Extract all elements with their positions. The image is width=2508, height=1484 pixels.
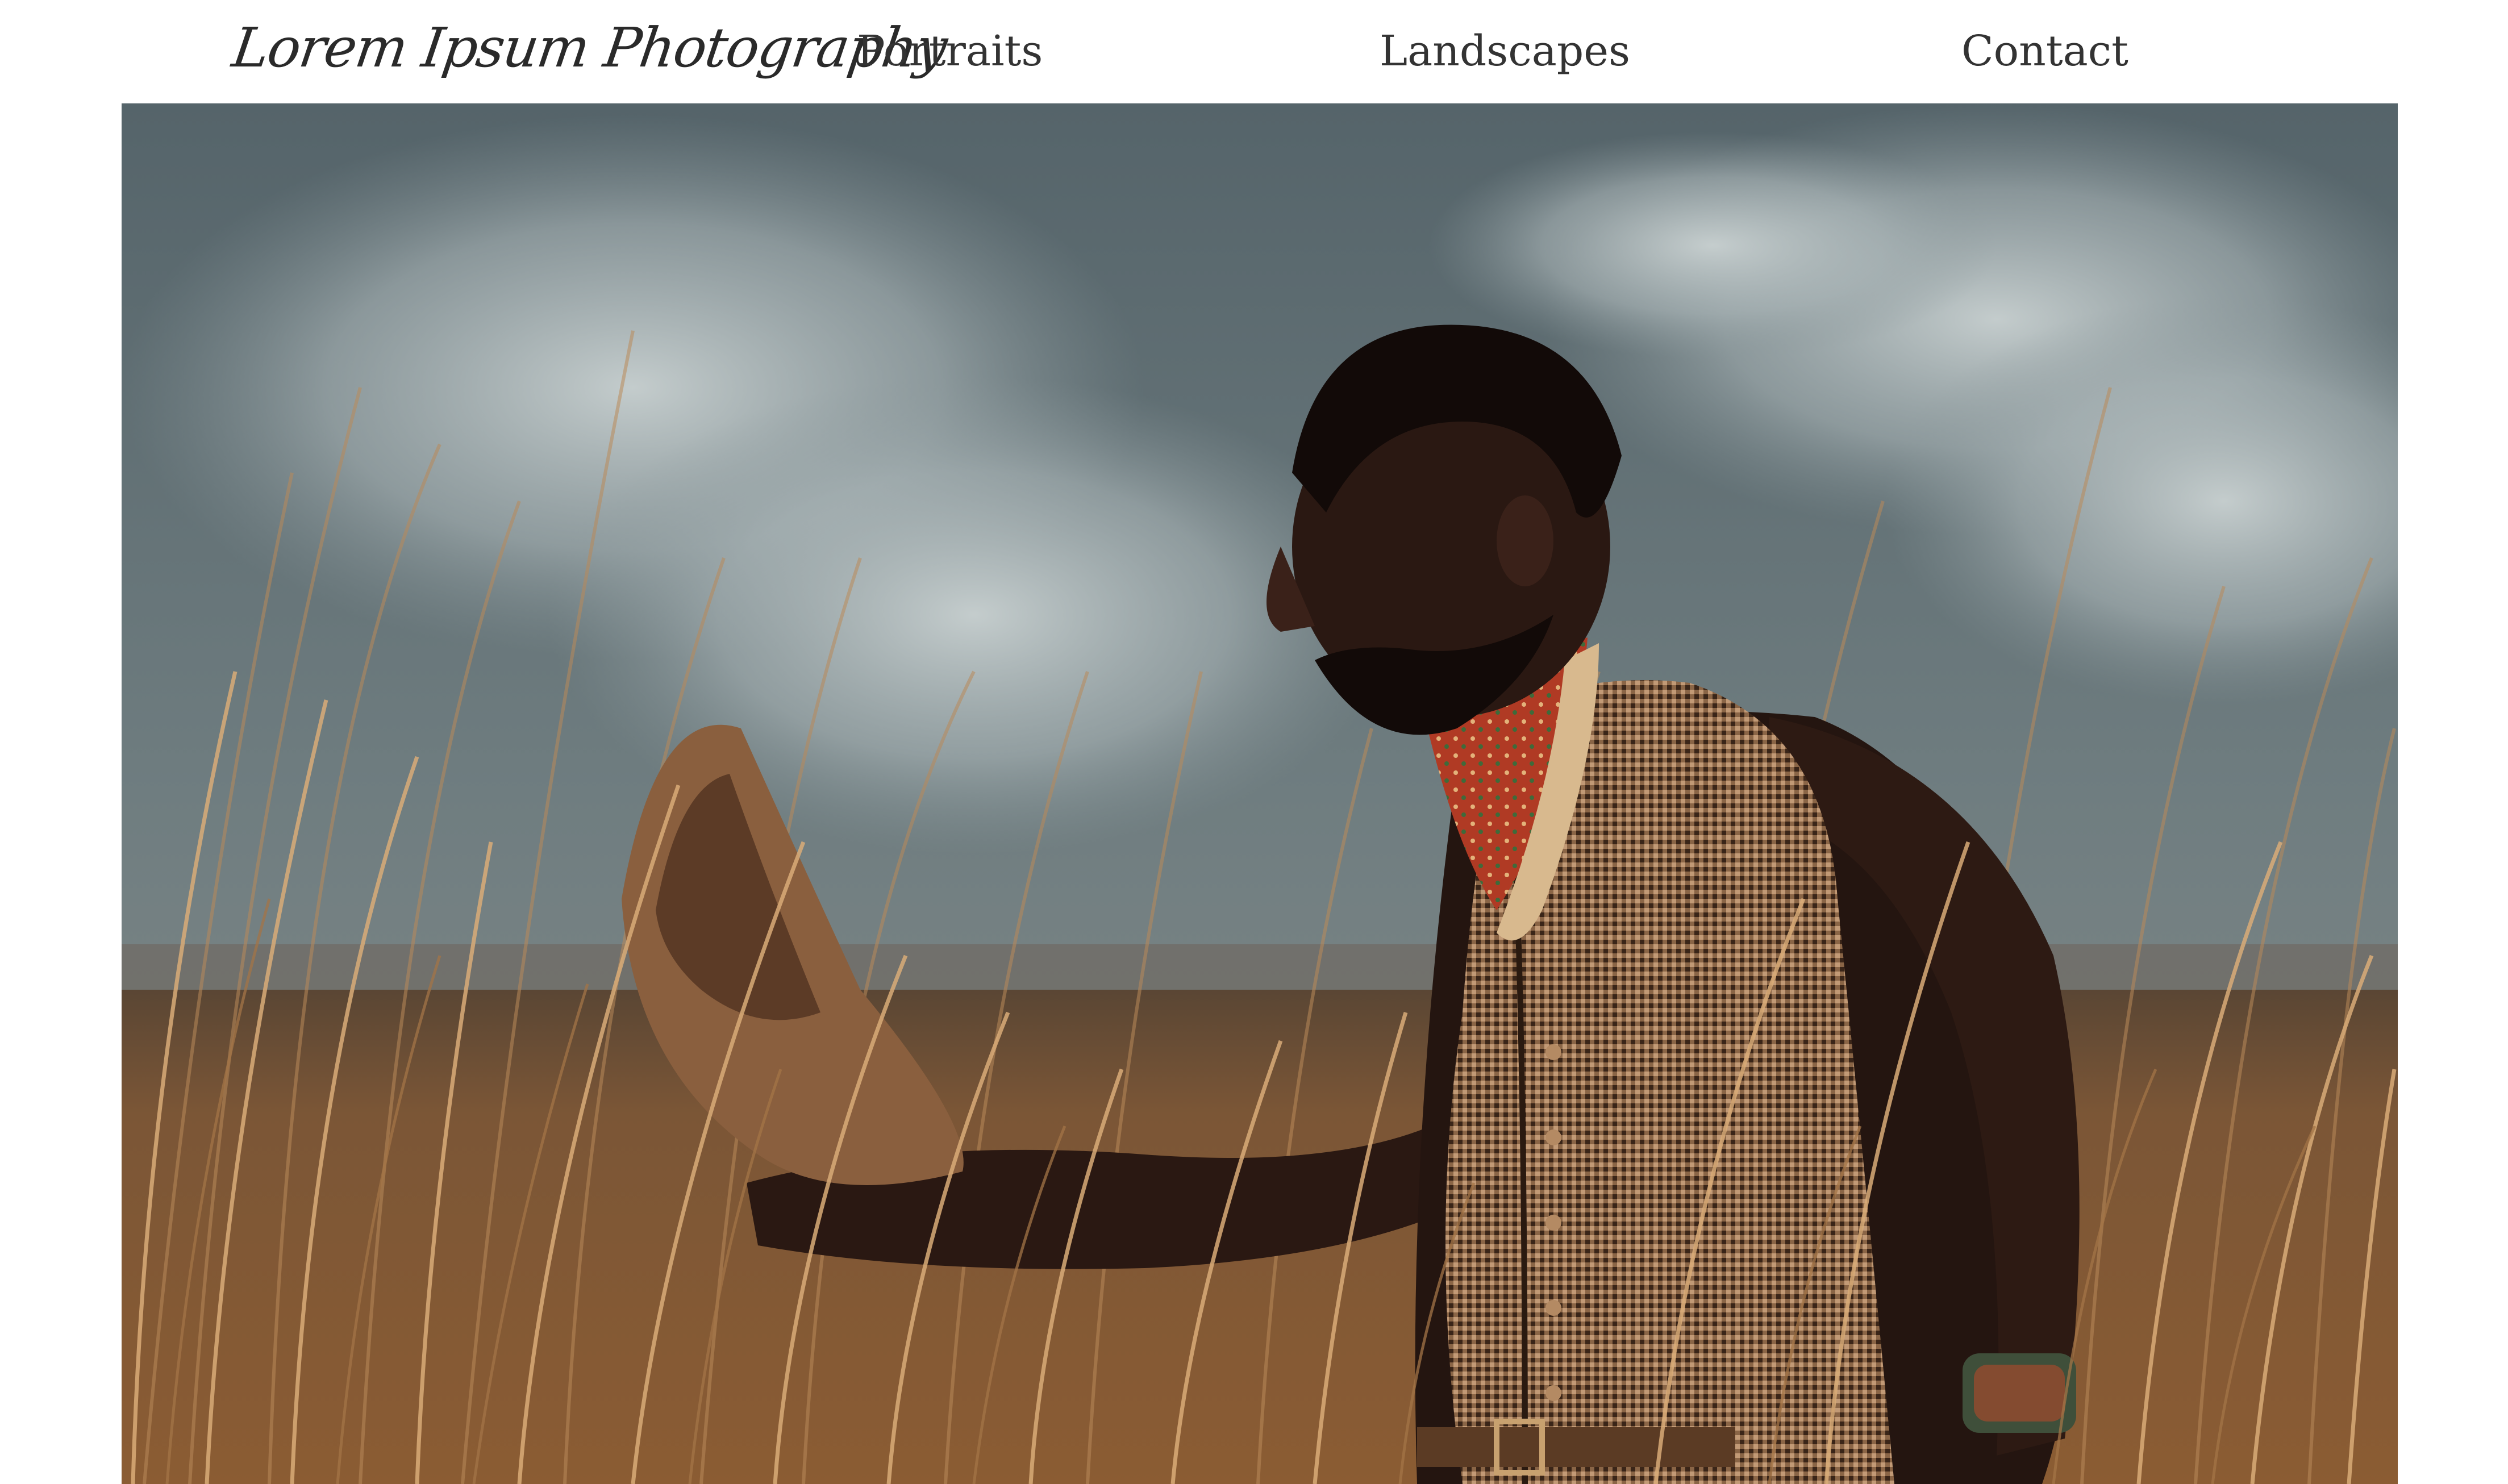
nav-link-landscapes[interactable]: Landscapes [1380, 17, 1630, 85]
site-header: Lorem Ipsum Photography Portraits Landsc… [0, 0, 2508, 103]
hero-photo [122, 103, 2398, 1484]
page: Lorem Ipsum Photography Portraits Landsc… [0, 0, 2508, 1484]
hero-photo-illustration [122, 103, 2398, 1484]
nav-link-portraits[interactable]: Portraits [857, 17, 1043, 85]
site-logo[interactable]: Lorem Ipsum Photography [227, 8, 951, 87]
nav-link-contact[interactable]: Contact [1961, 17, 2128, 85]
